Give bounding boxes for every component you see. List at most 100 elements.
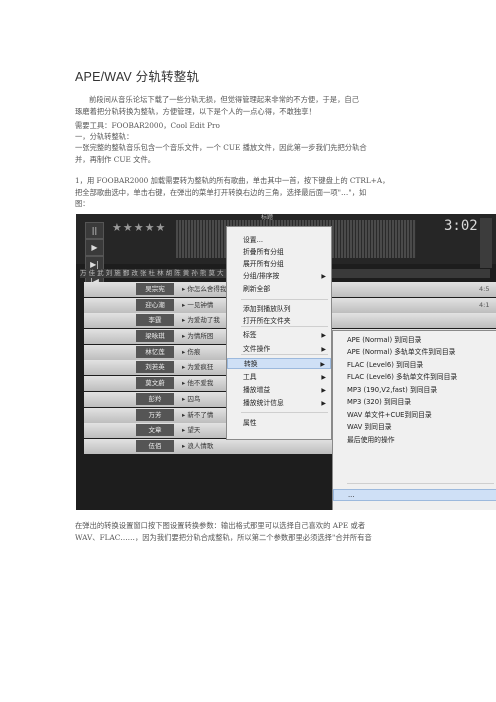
- track-title: ▸ 伤痕: [182, 347, 201, 356]
- menu-item[interactable]: 添加到播放队列: [227, 304, 331, 315]
- submenu-arrow-icon: ▶: [321, 387, 326, 394]
- playback-time: 3:02: [444, 218, 478, 234]
- menu-item[interactable]: 播放统计信息 ▶: [227, 398, 331, 409]
- convert-option[interactable]: FLAC (Level6) 多轨单文件到同目录: [333, 372, 496, 384]
- menu-item[interactable]: 折叠所有分组: [227, 247, 331, 258]
- track-title-text: 望天: [187, 426, 201, 435]
- menu-item-label: 属性: [243, 419, 257, 427]
- track-title-text: 他不爱我: [187, 379, 214, 388]
- menu-item-label: 打开所在文件夹: [243, 317, 291, 325]
- submenu-arrow-icon: ▶: [321, 273, 326, 280]
- volume-slider[interactable]: [480, 218, 492, 268]
- menu-item[interactable]: 播放增益 ▶: [227, 385, 331, 396]
- convert-option-label: MP3 (320) 到同目录: [347, 398, 412, 406]
- track-artist: 彭羚: [136, 392, 174, 405]
- convert-submenu: APE (Normal) 到同目录 APE (Normal) 多轨单文件到同目录 F…: [332, 330, 496, 510]
- after-line-2: WAV、FLAC……，因为我们要把分轨合成整轨，所以第二个参数那里必须选择"合并…: [75, 532, 372, 542]
- menu-item-label: 标签: [243, 331, 257, 339]
- menu-item[interactable]: 工具 ▶: [227, 372, 331, 383]
- track-artist: 吴宗宪: [136, 283, 174, 295]
- convert-option[interactable]: FLAC (Level6) 到同目录: [333, 360, 496, 372]
- track-duration: 4:5: [479, 285, 490, 293]
- track-artist: 李霆: [136, 314, 174, 327]
- track-title: ▸ 望天: [182, 426, 201, 435]
- track-title: ▸ 为爱疯狂: [182, 363, 214, 372]
- convert-option-label: ...: [348, 491, 355, 499]
- menu-separator: [241, 326, 328, 327]
- convert-option[interactable]: APE (Normal) 多轨单文件到同目录: [333, 347, 496, 359]
- track-artist: 莫文蔚: [136, 377, 174, 390]
- track-title-text: 囚鸟: [187, 394, 201, 403]
- menu-item[interactable]: 属性: [227, 418, 331, 429]
- track-title-text: 为情所困: [187, 332, 214, 341]
- track-title-text: 为爱疯狂: [187, 363, 214, 372]
- track-duration: 4:1: [479, 300, 490, 309]
- convert-option[interactable]: WAV 到同目录: [333, 422, 496, 434]
- convert-option-label: APE (Normal) 多轨单文件到同目录: [347, 348, 456, 356]
- track-artist: 伍佰: [136, 439, 174, 452]
- after-line-1: 在弹出的转换设置窗口按下图设置转换参数：输出格式那里可以选择自己喜欢的 APE …: [75, 521, 366, 530]
- instruction-paragraph: 1，用 FOOBAR2000 加载需要转为整轨的所有歌曲，单击其中一首，按下键盘…: [75, 175, 425, 210]
- menu-item[interactable]: 设置...: [227, 235, 331, 246]
- menu-item-label: 分组/排序按: [243, 272, 280, 280]
- document-title: APE/WAV 分轨转整轨: [75, 70, 200, 84]
- submenu-arrow-icon: ▶: [321, 400, 326, 407]
- convert-option-label: FLAC (Level6) 到同目录: [347, 361, 424, 369]
- track-title: ▸ 一见钟情: [182, 300, 214, 309]
- pause-button[interactable]: ||: [85, 222, 104, 239]
- track-title: ▸ 为爱劫了我: [182, 316, 220, 325]
- convert-option-label: WAV 单文件+CUE到同目录: [347, 411, 432, 419]
- foobar-screenshot: 标题 || ▶ ▶| |◀ ★★★★★ 3:02 万 佳 武 刘 施 鄞 改 张…: [76, 214, 496, 510]
- track-artist: 文章: [136, 424, 174, 437]
- track-title: ▸ 他不爱我: [182, 379, 214, 388]
- menu-item-label: 播放增益: [243, 386, 271, 394]
- menu-item[interactable]: 标签 ▶: [227, 330, 331, 341]
- explain-line-1: 一张完整的整轨音乐包含一个音乐文件，一个 CUE 播放文件，因此第一步我们先把分…: [75, 143, 367, 152]
- track-title-text: 为爱劫了我: [187, 316, 220, 325]
- menu-item-label: 播放统计信息: [243, 399, 284, 407]
- context-menu: 设置... 折叠所有分组 展开所有分组 分组/排序按 ▶ 刷新全部添加到播放队列 打开所在文…: [226, 226, 332, 440]
- submenu-arrow-icon: ▶: [321, 332, 326, 339]
- convert-option-label: MP3 (190,V2,fast) 到同目录: [347, 386, 438, 394]
- step-heading: 一，分轨转整轨：: [75, 132, 134, 141]
- convert-option[interactable]: MP3 (190,V2,fast) 到同目录: [333, 385, 496, 397]
- track-title: ▸ 新不了情: [182, 410, 214, 419]
- convert-option[interactable]: APE (Normal) 到同目录: [333, 335, 496, 347]
- track-artist: 万芳: [136, 408, 174, 421]
- track-title: ▸ 浪人情歌: [182, 441, 214, 450]
- menu-item[interactable]: 刷新全部: [227, 284, 331, 295]
- submenu-arrow-icon: ▶: [321, 374, 326, 381]
- menu-item[interactable]: 转换 ▶: [227, 358, 331, 369]
- menu-separator: [347, 483, 494, 484]
- instruction-line-2: 把全部歌曲选中，单击右键，在弹出的菜单打开转换右边的三角，选择最后面一项"…"，…: [75, 187, 367, 197]
- instruction-line-1: 1，用 FOOBAR2000 加载需要转为整轨的所有歌曲，单击其中一首，按下键盘…: [75, 176, 390, 185]
- menu-item-label: 添加到播放队列: [243, 305, 291, 313]
- track-artist: 梁咏琪: [136, 330, 174, 343]
- convert-option[interactable]: 最后使用的操作: [333, 435, 496, 447]
- convert-option-label: APE (Normal) 到同目录: [347, 336, 422, 344]
- track-title: ▸ 囚鸟: [182, 394, 201, 403]
- menu-item[interactable]: 分组/排序按 ▶: [227, 271, 331, 282]
- rating-stars[interactable]: ★★★★★: [112, 221, 166, 234]
- track-title-text: 一见钟情: [187, 300, 214, 309]
- explain-line-2: 并，再制作 CUE 文件。: [75, 154, 156, 164]
- tools-line: 需要工具：FOOBAR2000，Cool Edit Pro: [75, 121, 220, 130]
- menu-separator: [241, 299, 328, 300]
- convert-option-label: FLAC (Level6) 多轨单文件到同目录: [347, 373, 458, 381]
- track-title-text: 浪人情歌: [187, 441, 214, 450]
- instruction-line-3: 图：: [75, 199, 90, 209]
- menu-item-label: 文件操作: [243, 345, 271, 353]
- convert-option[interactable]: ...: [333, 489, 496, 501]
- menu-item-label: 刷新全部: [243, 285, 271, 293]
- track-title-text: 新不了情: [187, 410, 214, 419]
- menu-item[interactable]: 展开所有分组: [227, 259, 331, 270]
- menu-item-label: 折叠所有分组: [243, 248, 284, 256]
- menu-item-label: 设置...: [243, 236, 264, 244]
- menu-item-label: 展开所有分组: [243, 260, 284, 268]
- submenu-arrow-icon: ▶: [320, 361, 325, 368]
- play-button[interactable]: ▶: [85, 239, 104, 256]
- convert-option[interactable]: MP3 (320) 到同目录: [333, 397, 496, 409]
- convert-option[interactable]: WAV 单文件+CUE到同目录: [333, 410, 496, 422]
- track-title-text: 伤痕: [187, 347, 201, 356]
- intro-line-1: 前段间从音乐论坛下载了一些分轨无损，但觉得管理起来非常的不方便，于是，自己: [89, 95, 359, 104]
